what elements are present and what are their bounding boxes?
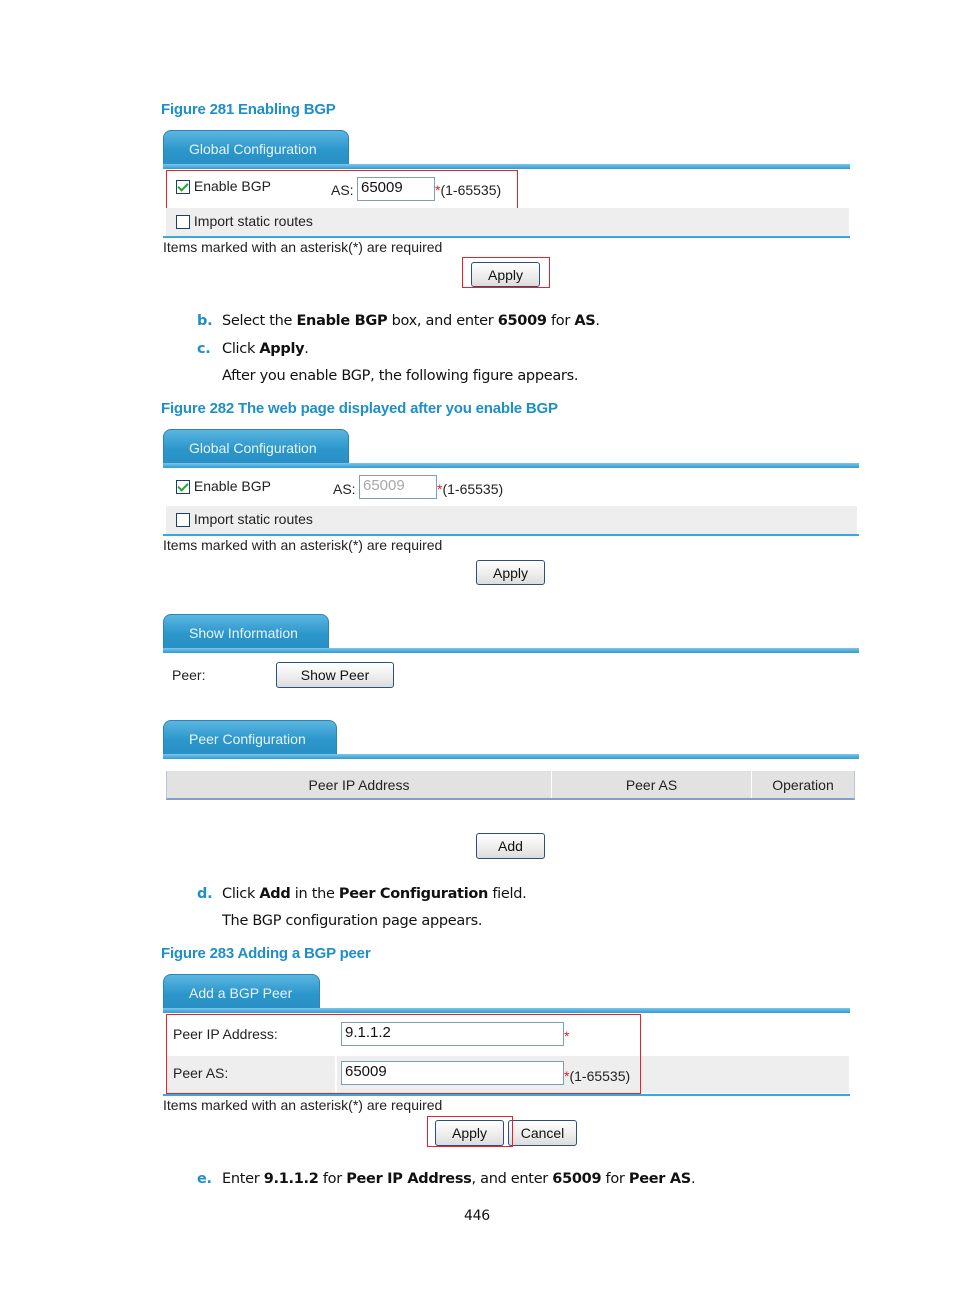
add-button[interactable]: Add <box>476 833 545 859</box>
peer-configuration-panel: Peer Configuration <box>163 720 859 759</box>
tab-global-configuration[interactable]: Global Configuration <box>163 429 349 465</box>
as-label: AS: <box>333 481 356 497</box>
divider <box>163 534 859 536</box>
import-static-checkbox[interactable] <box>176 215 190 230</box>
step-e: e. Enter 9.1.1.2 for Peer IP Address, and… <box>197 1171 696 1187</box>
text: for <box>601 1171 629 1187</box>
apply-button[interactable]: Apply <box>476 560 545 585</box>
text: Select the <box>222 313 297 329</box>
step-c-note: After you enable BGP, the following figu… <box>222 368 579 384</box>
bold: 9.1.1.2 <box>263 1171 319 1187</box>
step-label: b. <box>197 313 213 329</box>
bold: Apply <box>259 341 305 357</box>
as-range: (1-65535) <box>442 481 504 497</box>
import-static-label: Import static routes <box>193 511 313 527</box>
text: for <box>318 1171 347 1187</box>
tab-underline <box>163 754 859 759</box>
text: . <box>690 1171 696 1187</box>
tab-underline <box>163 164 850 169</box>
step-d: d. Click Add in the Peer Configuration fi… <box>197 886 527 902</box>
bold: Enable BGP <box>296 313 388 329</box>
tab-add-bgp-peer[interactable]: Add a BGP Peer <box>163 974 320 1010</box>
text: . <box>595 313 600 329</box>
required-note: Items marked with an asterisk(*) are req… <box>163 1097 443 1113</box>
required-note: Items marked with an asterisk(*) are req… <box>163 239 443 255</box>
enable-bgp-row: Enable BGP <box>176 478 271 495</box>
tab-global-configuration[interactable]: Global Configuration <box>163 130 349 166</box>
page-number: 446 <box>464 1208 490 1224</box>
step-b: b. Select the Enable BGP box, and enter 6… <box>197 313 600 329</box>
enable-bgp-checkbox[interactable] <box>176 480 190 495</box>
text: box, and enter <box>387 313 498 329</box>
column-operation: Operation <box>752 771 854 798</box>
text: Click <box>222 886 260 902</box>
figure-283-caption: Figure 283 Adding a BGP peer <box>161 945 371 962</box>
bold: Peer AS <box>628 1171 691 1187</box>
highlight-box <box>462 257 550 288</box>
import-static-row: Import static routes <box>176 213 313 230</box>
figure-282-caption: Figure 282 The web page displayed after … <box>161 400 558 417</box>
bold: 65009 <box>552 1171 602 1187</box>
required-note: Items marked with an asterisk(*) are req… <box>163 537 443 553</box>
import-static-label: Import static routes <box>193 213 313 229</box>
text: , and enter <box>471 1171 553 1187</box>
step-label: c. <box>197 341 211 357</box>
tab-underline <box>163 463 859 468</box>
import-static-row: Import static routes <box>176 511 313 528</box>
text: . <box>304 341 309 357</box>
column-peer-as: Peer AS <box>552 771 752 798</box>
step-d-note: The BGP configuration page appears. <box>222 913 483 929</box>
peer-label: Peer: <box>172 667 206 683</box>
text: Enter <box>222 1171 264 1187</box>
figure-281-panel: Global Configuration <box>163 130 850 169</box>
tab-show-information[interactable]: Show Information <box>163 614 329 650</box>
as-range-hint: *(1-65535) <box>437 481 503 497</box>
highlight-box <box>166 1014 641 1094</box>
bold: Peer Configuration <box>338 886 489 902</box>
text: field. <box>488 886 527 902</box>
divider <box>163 1094 850 1096</box>
step-c: c. Click Apply. <box>197 341 309 357</box>
cancel-button[interactable]: Cancel <box>508 1120 577 1146</box>
highlight-box <box>427 1116 513 1147</box>
bold: Add <box>259 886 291 902</box>
figure-281-caption: Figure 281 Enabling BGP <box>161 101 336 118</box>
tab-underline <box>163 1008 850 1013</box>
enable-bgp-label: Enable BGP <box>193 478 271 494</box>
tab-peer-configuration[interactable]: Peer Configuration <box>163 720 337 756</box>
global-config-panel: Global Configuration <box>163 429 859 468</box>
tab-underline <box>163 648 859 653</box>
text: for <box>546 313 575 329</box>
peer-table-header: Peer IP Address Peer AS Operation <box>166 771 855 800</box>
step-label: d. <box>197 886 213 902</box>
text: in the <box>290 886 339 902</box>
show-information-panel: Show Information <box>163 614 859 653</box>
as-input-disabled: 65009 <box>359 475 437 499</box>
text: Click <box>222 341 260 357</box>
bold: 65009 <box>497 313 547 329</box>
bold: Peer IP Address <box>346 1171 472 1187</box>
step-label: e. <box>197 1171 212 1187</box>
divider <box>163 236 850 238</box>
import-static-checkbox[interactable] <box>176 513 190 528</box>
add-bgp-peer-panel: Add a BGP Peer <box>163 974 850 1013</box>
bold: AS <box>574 313 596 329</box>
highlight-box <box>166 170 518 210</box>
show-peer-button[interactable]: Show Peer <box>276 662 394 688</box>
column-peer-ip: Peer IP Address <box>167 771 552 798</box>
